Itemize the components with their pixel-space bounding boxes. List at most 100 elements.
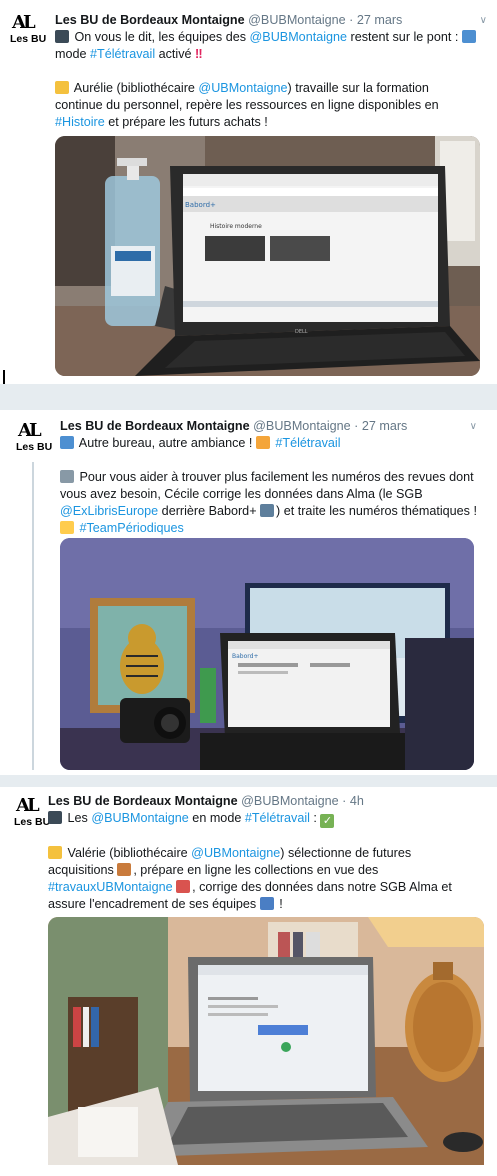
laptop-icon <box>60 436 74 449</box>
text-segment: ) et traite les numéros thématiques ! <box>276 504 477 518</box>
author-name[interactable]: Les BU de Bordeaux Montaigne <box>60 419 250 433</box>
thumbs-up-icon <box>60 521 74 534</box>
people-icon <box>259 897 274 910</box>
tweet-3[interactable]: AL Les BU Les BU de Bordeaux Montaigne @… <box>8 787 490 1176</box>
laptop-icon <box>461 30 476 43</box>
text-segment: mode <box>55 47 91 61</box>
avatar[interactable]: AL Les BU <box>16 420 53 456</box>
tweet-header: Les BU de Bordeaux Montaigne @BUBMontaig… <box>48 793 480 810</box>
author-name[interactable]: Les BU de Bordeaux Montaigne <box>48 794 238 808</box>
author-name[interactable]: Les BU de Bordeaux Montaigne <box>55 13 245 27</box>
mention-link[interactable]: @UBMontaigne <box>191 846 280 860</box>
librarian-icon <box>55 81 69 94</box>
dot-separator: · <box>349 13 354 27</box>
photo-home-office: Babord+ <box>60 538 474 770</box>
tweet-text-line: Autre bureau, autre ambiance ! #Télétrav… <box>60 435 477 452</box>
text-segment: ) travaille sur la formation <box>287 81 429 95</box>
logo-icon: AL <box>18 420 42 441</box>
cursor-marker <box>3 370 5 384</box>
hashtag-link[interactable]: #TeamPériodiques <box>80 521 184 535</box>
mention-link[interactable]: @ExLibrisEurope <box>60 504 158 518</box>
tweet-2[interactable]: AL Les BU Les BU de Bordeaux Montaigne @… <box>10 410 487 775</box>
dot-separator: · <box>354 419 359 433</box>
text-segment: Les <box>64 811 92 825</box>
text-segment: , corrige des données dans notre SGB Alm… <box>192 880 452 894</box>
dot-separator: · <box>342 794 347 808</box>
tweet-text-line: acquisitions , prépare en ligne les coll… <box>48 862 480 879</box>
avatar-label: Les BU <box>14 816 51 828</box>
mention-link[interactable]: @BUBMontaigne <box>250 30 348 44</box>
author-handle[interactable]: @BUBMontaigne <box>248 13 346 27</box>
crane-icon <box>176 880 191 893</box>
text-segment: ! <box>275 897 283 911</box>
photo-laptop-desk: Babord+ Histoire moderne DELL <box>55 136 480 376</box>
tweet-text-line: On vous le dit, les équipes des @BUBMont… <box>55 29 487 46</box>
text-segment: assure l'encadrement de ses équipes <box>48 897 260 911</box>
tweet-text-line: Aurélie (bibliothécaire @UBMontaigne) tr… <box>55 80 487 97</box>
text-segment: vous avez besoin, Cécile corrige les don… <box>60 487 423 501</box>
tweet-text-line: #travauxUBMontaigne , corrige des donnée… <box>48 879 480 896</box>
timestamp[interactable]: 27 mars <box>357 13 403 27</box>
tweet-header: Les BU de Bordeaux Montaigne @BUBMontaig… <box>55 12 487 29</box>
tweet-photo[interactable] <box>48 917 484 1165</box>
tweet-text-line: Valérie (bibliothécaire @UBMontaigne) sé… <box>48 845 480 862</box>
check-mark-icon: ✓ <box>320 814 335 828</box>
tweet-text: On vous le dit, les équipes des @BUBMont… <box>55 29 487 131</box>
hashtag-link[interactable]: #Histoire <box>55 115 105 129</box>
timestamp[interactable]: 4h <box>350 794 364 808</box>
tweet-text: Les @BUBMontaigne en mode #Télétravail :… <box>48 810 480 913</box>
text-segment: ) sélectionne de futures <box>280 846 412 860</box>
screen-brand: Babord+ <box>185 201 216 209</box>
tweet-photo[interactable]: Babord+ Histoire moderne DELL <box>55 136 480 376</box>
text-segment: , prépare en ligne les collections en vu… <box>133 863 379 877</box>
tweet-content: Les BU de Bordeaux Montaigne @BUBMontaig… <box>60 418 477 537</box>
hashtag-link[interactable]: #travauxUBMontaigne <box>48 880 173 894</box>
author-handle[interactable]: @BUBMontaigne <box>241 794 339 808</box>
screen-title: Histoire moderne <box>210 223 262 230</box>
tweet-text: Autre bureau, autre ambiance ! #Télétrav… <box>60 435 477 537</box>
tweet-content: Les BU de Bordeaux Montaigne @BUBMontaig… <box>48 793 480 913</box>
text-segment: Aurélie (bibliothécaire <box>71 81 199 95</box>
magnifier-icon <box>260 504 275 517</box>
author-handle[interactable]: @BUBMontaigne <box>253 419 351 433</box>
avatar[interactable]: AL Les BU <box>14 797 51 831</box>
text-segment: Valérie (bibliothécaire <box>64 846 192 860</box>
text-segment: derrière Babord+ <box>158 504 261 518</box>
avatar[interactable]: AL Les BU <box>10 12 47 48</box>
tweet-text-line: #TeamPériodiques <box>60 520 477 537</box>
hashtag-link[interactable]: #Télétravail <box>90 47 155 61</box>
mention-link[interactable]: @BUBMontaigne <box>91 811 189 825</box>
hashtag-link[interactable]: #Télétravail <box>275 436 340 450</box>
camera-icon <box>55 30 69 43</box>
cat-icon <box>255 436 270 449</box>
books-icon <box>117 863 132 876</box>
thread-line <box>32 462 34 770</box>
tweet-text-line: vous avez besoin, Cécile corrige les don… <box>60 486 477 503</box>
tweet-text-line: assure l'encadrement de ses équipes ! <box>48 896 480 913</box>
mention-link[interactable]: @UBMontaigne <box>198 81 287 95</box>
feed-separator <box>0 775 497 787</box>
text-segment: continue du personnel, repère les ressou… <box>55 98 439 112</box>
tweet-text-line: @ExLibrisEurope derrière Babord+ ) et tr… <box>60 503 477 520</box>
photo-laptop-livingroom <box>48 917 484 1165</box>
chevron-down-icon[interactable]: ∨ <box>470 418 477 435</box>
tweet-1[interactable]: AL Les BU Les BU de Bordeaux Montaigne @… <box>0 0 497 384</box>
avatar-label: Les BU <box>10 33 47 45</box>
text-segment: en mode <box>188 811 245 825</box>
tweet-text-line: mode #Télétravail activé ‼ <box>55 46 487 63</box>
timestamp[interactable]: 27 mars <box>362 419 408 433</box>
chevron-down-icon[interactable]: ∨ <box>480 12 487 29</box>
text-segment: : <box>309 811 321 825</box>
logo-icon: AL <box>12 12 36 33</box>
screen-brand: Babord+ <box>232 653 258 660</box>
newspaper-icon <box>60 470 74 483</box>
avatar-label: Les BU <box>16 441 53 453</box>
double-exclamation-icon: ‼ <box>195 47 203 61</box>
laptop-brand: DELL <box>295 329 308 335</box>
text-segment: Pour vous aider à trouver plus facilemen… <box>76 470 474 484</box>
hashtag-link[interactable]: #Télétravail <box>245 811 310 825</box>
tweet-photo[interactable]: Babord+ <box>60 538 474 770</box>
text-segment: et prépare les futurs achats ! <box>104 115 268 129</box>
